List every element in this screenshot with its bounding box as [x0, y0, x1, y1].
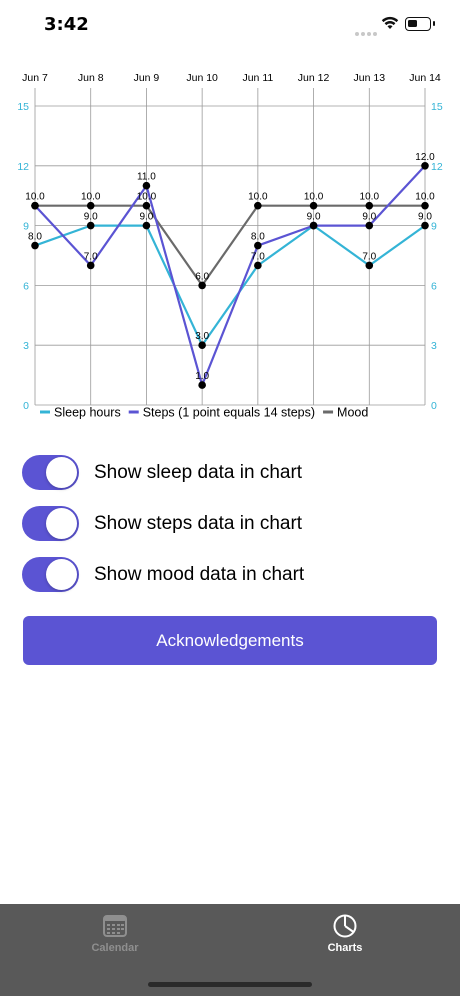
- data-point: [421, 162, 429, 170]
- x-tick-label: Jun 9: [134, 72, 160, 84]
- toggle-list: Show sleep data in chart Show steps data…: [22, 447, 442, 600]
- mood-toggle-label: Show mood data in chart: [94, 563, 305, 585]
- tab-calendar-label: Calendar: [91, 942, 139, 954]
- y-tick-label-left: 12: [17, 161, 29, 173]
- data-label: 10.0: [81, 192, 101, 203]
- y-tick-label-right: 15: [431, 101, 443, 113]
- data-point: [198, 281, 206, 290]
- data-label: 12.0: [415, 152, 435, 163]
- y-tick-label-right: 6: [431, 280, 437, 292]
- data-label: 10.0: [248, 192, 268, 203]
- calendar-icon: [103, 915, 127, 937]
- data-point: [142, 181, 151, 190]
- data-point: [198, 381, 206, 389]
- wifi-icon: [381, 16, 399, 29]
- toggle-row-steps: Show steps data in chart: [22, 498, 442, 549]
- data-point: [309, 201, 318, 210]
- tab-charts-label: Charts: [327, 942, 363, 954]
- pie-chart-icon: [333, 914, 357, 938]
- steps-toggle-switch[interactable]: [22, 506, 79, 541]
- legend-swatch: [323, 410, 334, 414]
- chart-canvas: Jun 7 Jun 8 Jun 9 Jun 10 Jun 11 Jun 12 Jun 13 J…: [17, 72, 443, 420]
- data-label: 8.0: [28, 232, 42, 243]
- data-point: [309, 221, 318, 230]
- tab-calendar[interactable]: Calendar: [55, 914, 175, 954]
- data-point: [198, 341, 206, 350]
- legend-swatch: [128, 410, 139, 414]
- x-tick-label: Jun 7: [22, 72, 48, 84]
- y-tick-label-left: 0: [23, 400, 29, 412]
- home-indicator: [148, 982, 312, 987]
- toggle-row-mood: Show mood data in chart: [22, 549, 442, 600]
- status-time: 3:42: [44, 14, 89, 35]
- sleep-toggle-switch[interactable]: [22, 455, 79, 490]
- data-point: [142, 221, 151, 230]
- data-point: [365, 261, 374, 270]
- x-tick-label: Jun 13: [354, 72, 386, 84]
- data-point: [31, 241, 39, 250]
- data-label: 8.0: [251, 232, 265, 243]
- status-bar: 3:42: [0, 0, 460, 52]
- data-label: 9.0: [418, 212, 432, 223]
- data-label: 9.0: [84, 212, 98, 223]
- sleep-toggle-label: Show sleep data in chart: [94, 461, 303, 483]
- y-tick-label-left: 15: [17, 101, 29, 113]
- data-point: [254, 241, 262, 250]
- data-point: [86, 261, 95, 270]
- data-point: [86, 221, 95, 230]
- data-label: 7.0: [84, 251, 98, 262]
- y-tick-label-right: 3: [431, 340, 437, 352]
- data-label: 7.0: [251, 251, 265, 262]
- data-label: 9.0: [139, 212, 153, 223]
- x-tick-label: Jun 12: [298, 72, 330, 84]
- acknowledgements-button[interactable]: Acknowledgements: [23, 616, 437, 665]
- legend-swatch: [40, 410, 50, 414]
- data-label: 10.0: [304, 192, 324, 203]
- data-point: [421, 201, 429, 210]
- data-point: [254, 201, 262, 210]
- data-label: 3.0: [195, 331, 209, 342]
- y-tick-label-right: 0: [431, 400, 437, 412]
- y-tick-label-left: 3: [23, 340, 29, 352]
- x-tick-label: Jun 10: [186, 72, 218, 84]
- data-point: [365, 221, 374, 230]
- data-label: 9.0: [307, 212, 321, 223]
- steps-toggle-label: Show steps data in chart: [94, 512, 303, 534]
- x-tick-label: Jun 8: [78, 72, 104, 84]
- data-label: 7.0: [362, 251, 376, 262]
- battery-icon: [405, 17, 435, 31]
- data-label: 9.0: [362, 212, 376, 223]
- signal-dots-icon: [355, 23, 379, 41]
- data-label: 10.0: [137, 192, 157, 203]
- data-point: [254, 261, 262, 270]
- data-label: 10.0: [360, 192, 380, 203]
- data-point: [421, 221, 429, 230]
- legend-label: Steps (1 point equals 14 steps): [143, 406, 315, 420]
- data-point: [31, 201, 39, 210]
- legend-label: Mood: [337, 406, 368, 420]
- legend-label: Sleep hours: [54, 406, 121, 420]
- x-tick-label: Jun 11: [242, 72, 273, 84]
- tab-charts[interactable]: Charts: [285, 914, 405, 954]
- data-label: 10.0: [415, 192, 435, 203]
- line-chart: Jun 7 Jun 8 Jun 9 Jun 10 Jun 11 Jun 12 Jun 13 J…: [0, 60, 460, 430]
- data-point: [86, 201, 95, 210]
- data-label: 1.0: [195, 371, 209, 382]
- data-label: 11.0: [137, 172, 156, 183]
- toggle-row-sleep: Show sleep data in chart: [22, 447, 442, 498]
- x-tick-label: Jun 14: [409, 72, 441, 84]
- data-point: [365, 201, 374, 210]
- y-tick-label-left: 6: [23, 280, 29, 292]
- data-label: 6.0: [195, 271, 209, 282]
- data-label: 10.0: [25, 192, 45, 203]
- mood-toggle-switch[interactable]: [22, 557, 79, 592]
- data-point: [142, 201, 151, 210]
